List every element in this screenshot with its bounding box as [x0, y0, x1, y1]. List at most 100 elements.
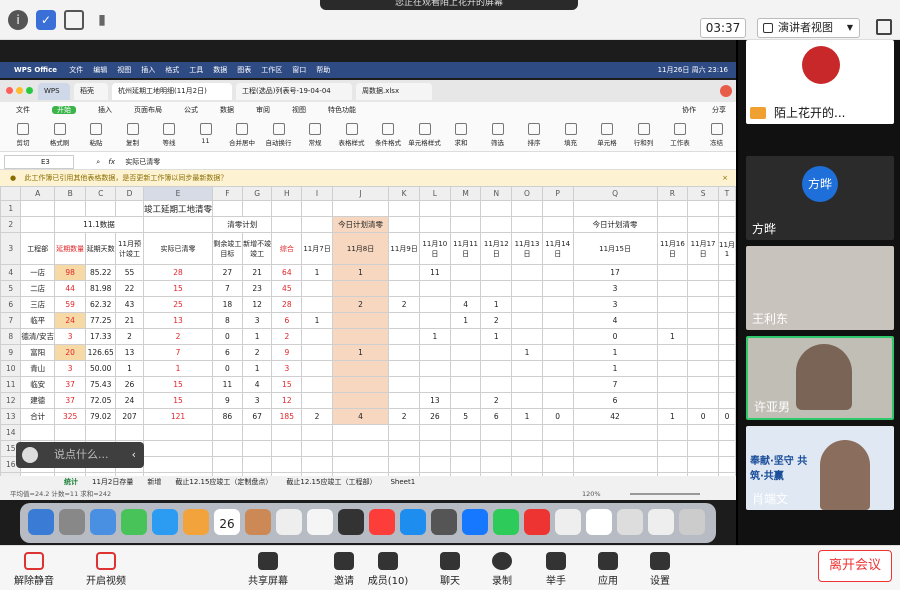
table-row[interactable]: 4 一店 98 85.22 55 28 27 21 64 1 1 11 17 — [0, 264, 736, 281]
row-header[interactable]: 11 — [0, 376, 22, 393]
menu-item-6[interactable]: 审阅 — [256, 106, 270, 114]
col-header-D[interactable]: D — [115, 186, 144, 201]
cell[interactable]: 26 — [115, 376, 144, 393]
menu-item-2[interactable]: 插入 — [98, 106, 112, 114]
tab-wps[interactable]: WPS — [38, 83, 70, 100]
cell[interactable] — [449, 344, 482, 361]
cell[interactable] — [331, 200, 390, 217]
cell[interactable]: 5 — [449, 408, 482, 425]
cell[interactable]: 98 — [53, 264, 87, 281]
cell[interactable] — [511, 456, 543, 473]
cell[interactable]: 62.32 — [85, 296, 116, 313]
cell[interactable] — [480, 216, 513, 233]
cell[interactable]: 15 — [142, 280, 214, 297]
cell[interactable]: 4 — [241, 376, 273, 393]
cell[interactable]: 合计 — [20, 408, 55, 425]
cell[interactable] — [418, 344, 451, 361]
cell[interactable] — [541, 312, 574, 329]
cell[interactable]: 2 — [388, 296, 420, 313]
cell[interactable]: 1 — [656, 408, 689, 425]
cell[interactable] — [541, 280, 574, 297]
cell[interactable]: 0 — [572, 328, 658, 345]
cell[interactable]: 1 — [331, 264, 390, 281]
cell[interactable] — [656, 216, 689, 233]
mac-menu-1[interactable]: 编辑 — [93, 66, 107, 74]
participant-tile-xuyanan[interactable]: 许亚男 — [746, 336, 894, 420]
maximize-dot-icon[interactable] — [26, 87, 33, 94]
tab-workbook-3[interactable]: 周数据.xlsx — [356, 83, 432, 100]
cell[interactable]: 21 — [241, 264, 273, 281]
cell[interactable] — [687, 312, 719, 329]
col-header-K[interactable]: K — [388, 186, 420, 201]
cell[interactable]: 1 — [480, 296, 513, 313]
mac-menu-0[interactable]: 文件 — [69, 66, 83, 74]
cell[interactable] — [480, 360, 513, 377]
participant-tile-wanglidong[interactable]: 王利东 — [746, 246, 894, 330]
zoom-level[interactable]: 120% — [582, 488, 601, 500]
fullscreen-icon[interactable] — [876, 19, 892, 35]
ribbon-item-0[interactable]: 剪切 — [6, 121, 40, 147]
cell[interactable] — [480, 376, 513, 393]
cell[interactable]: 27 — [212, 264, 243, 281]
toolbar-apps-button[interactable]: 应用 — [586, 552, 630, 587]
cell[interactable]: 2 — [301, 408, 333, 425]
cell[interactable]: 1 — [241, 328, 273, 345]
cell[interactable]: 6 — [271, 312, 303, 329]
menu-item-1[interactable]: 开始 — [52, 106, 76, 114]
cell[interactable] — [271, 424, 303, 441]
sheet-tab-4[interactable]: 截止12.15应竣工（工程部） — [286, 478, 376, 486]
cell[interactable] — [212, 440, 243, 457]
cell[interactable]: 121 — [142, 408, 214, 425]
dock-app-icon[interactable] — [648, 509, 674, 535]
cell[interactable] — [388, 424, 420, 441]
cell[interactable] — [511, 376, 543, 393]
cell[interactable] — [687, 456, 719, 473]
cell[interactable]: 3 — [271, 360, 303, 377]
sheet-tab-0[interactable]: 统计 — [64, 478, 78, 486]
cell[interactable] — [449, 280, 482, 297]
cell[interactable] — [418, 456, 451, 473]
zoom-slider[interactable] — [630, 493, 700, 495]
cell[interactable]: 12 — [271, 392, 303, 409]
cell[interactable]: 86 — [212, 408, 243, 425]
cell[interactable]: 55 — [115, 264, 144, 281]
cell[interactable]: 2 — [241, 344, 273, 361]
cell[interactable]: 2 — [480, 312, 513, 329]
cell[interactable] — [656, 312, 689, 329]
cell[interactable]: 79.02 — [85, 408, 116, 425]
cell[interactable]: 青山 — [20, 360, 55, 377]
ribbon-item-2[interactable]: 粘贴 — [79, 121, 113, 147]
col-header-F[interactable]: F — [212, 186, 243, 201]
dock-app-icon[interactable] — [586, 509, 612, 535]
cell[interactable] — [301, 392, 333, 409]
cell[interactable] — [449, 200, 482, 217]
cell[interactable] — [511, 280, 543, 297]
shield-icon[interactable]: ✓ — [36, 10, 56, 30]
cell[interactable]: 0 — [212, 360, 243, 377]
cell[interactable] — [687, 280, 719, 297]
mac-menu-5[interactable]: 工具 — [189, 66, 203, 74]
ribbon-item-4[interactable]: 等线 — [152, 121, 186, 147]
cell-reference[interactable]: E3 — [4, 155, 74, 169]
cell[interactable] — [717, 440, 736, 457]
col-header-T[interactable]: T — [717, 186, 736, 201]
cell[interactable]: 185 — [271, 408, 303, 425]
cell[interactable] — [241, 424, 273, 441]
cell[interactable] — [511, 264, 543, 281]
cell[interactable] — [388, 344, 420, 361]
emoji-icon[interactable] — [22, 447, 38, 463]
sheet-table[interactable]: A B C D E F G H I J K L M N O P Q R S T 1 竣工延期工地清零 2 11.1数据 清零计划… — [0, 186, 736, 476]
cell[interactable]: 1 — [449, 312, 482, 329]
cell[interactable]: 一店 — [20, 264, 55, 281]
minimize-dot-icon[interactable] — [16, 87, 23, 94]
cell[interactable]: 15 — [271, 376, 303, 393]
row-header[interactable]: 10 — [0, 360, 22, 377]
cell[interactable] — [388, 200, 420, 217]
cell[interactable]: 德清/安吉 — [20, 328, 55, 345]
col-header-O[interactable]: O — [511, 186, 543, 201]
ribbon-item-10[interactable]: 条件格式 — [371, 121, 405, 147]
table-row[interactable]: 6 三店 59 62.32 43 25 18 12 28 2 2 4 1 3 — [0, 296, 736, 313]
cell[interactable]: 7 — [212, 280, 243, 297]
dock-app-icon[interactable] — [183, 509, 209, 535]
dock-app-icon[interactable] — [679, 509, 705, 535]
